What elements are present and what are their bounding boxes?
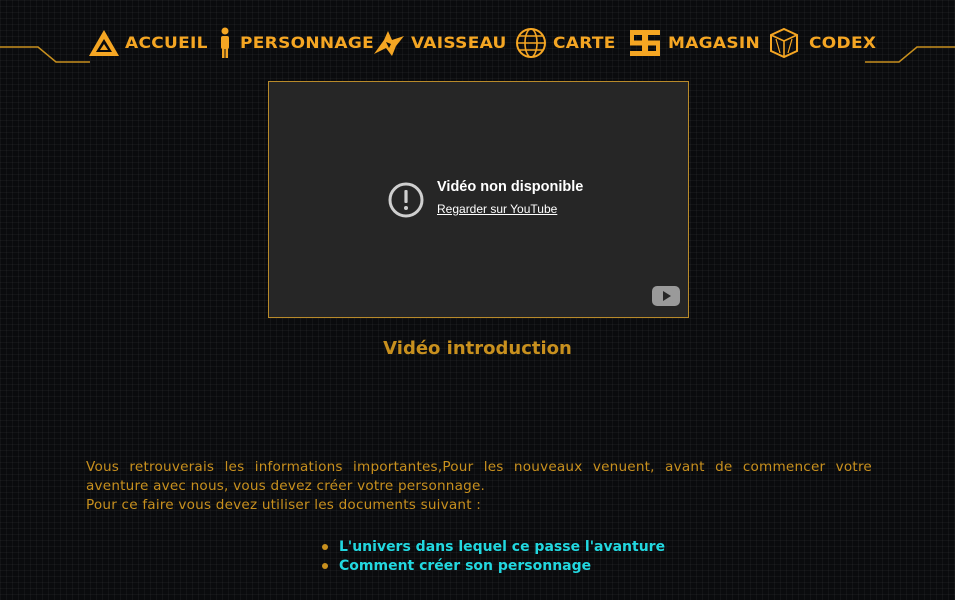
bullet-icon xyxy=(322,543,328,550)
doc-link-univers[interactable]: L'univers dans lequel ce passe l'avantur… xyxy=(339,539,665,555)
youtube-logo-icon[interactable] xyxy=(652,286,680,306)
video-error-title: Vidéo non disponible xyxy=(437,179,584,195)
nav-item-accueil[interactable]: ACCUEIL xyxy=(86,24,208,62)
nav-label-vaisseau: VAISSEAU xyxy=(411,33,507,53)
right-deco-line xyxy=(865,46,955,63)
bullet-icon xyxy=(322,562,328,569)
home-chevron-icon xyxy=(86,26,122,60)
video-player[interactable]: Vidéo non disponible Regarder sur YouTub… xyxy=(268,81,689,318)
doc-link-creation-personnage[interactable]: Comment créer son personnage xyxy=(339,558,591,574)
left-deco-line xyxy=(0,46,90,63)
list-item: Comment créer son personnage xyxy=(322,556,665,575)
video-caption: Vidéo introduction xyxy=(383,338,572,359)
nav-item-vaisseau[interactable]: VAISSEAU xyxy=(372,24,507,62)
nav-label-accueil: ACCUEIL xyxy=(125,33,208,53)
nav-item-magasin[interactable]: MAGASIN xyxy=(628,24,760,62)
intro-line2: Pour ce faire vous devez utiliser les do… xyxy=(86,497,482,513)
watch-on-youtube-link[interactable]: Regarder sur YouTube xyxy=(437,202,557,216)
alert-circle-icon xyxy=(388,182,424,218)
nav-item-codex[interactable]: CODEX xyxy=(767,24,876,62)
shop-credits-icon xyxy=(628,26,662,60)
nav-label-personnage: PERSONNAGE xyxy=(240,33,375,53)
documents-list: L'univers dans lequel ce passe l'avantur… xyxy=(322,537,665,575)
person-icon xyxy=(218,26,232,60)
nav-label-carte: CARTE xyxy=(553,33,616,53)
globe-icon xyxy=(514,26,548,60)
main-nav: ACCUEIL PERSONNAGE VAISSEAU CARTE MAGASI… xyxy=(86,24,876,62)
nav-item-personnage[interactable]: PERSONNAGE xyxy=(218,24,374,62)
nav-item-carte[interactable]: CARTE xyxy=(514,24,616,62)
list-item: L'univers dans lequel ce passe l'avantur… xyxy=(322,537,665,556)
spaceship-icon xyxy=(372,26,406,60)
intro-text: Vous retrouverais les informations impor… xyxy=(86,458,872,515)
nav-label-codex: CODEX xyxy=(809,33,877,53)
cube-icon xyxy=(767,26,801,60)
nav-label-magasin: MAGASIN xyxy=(668,33,761,53)
intro-paragraph: Vous retrouverais les informations impor… xyxy=(86,459,872,494)
video-error: Vidéo non disponible Regarder sur YouTub… xyxy=(387,179,583,219)
